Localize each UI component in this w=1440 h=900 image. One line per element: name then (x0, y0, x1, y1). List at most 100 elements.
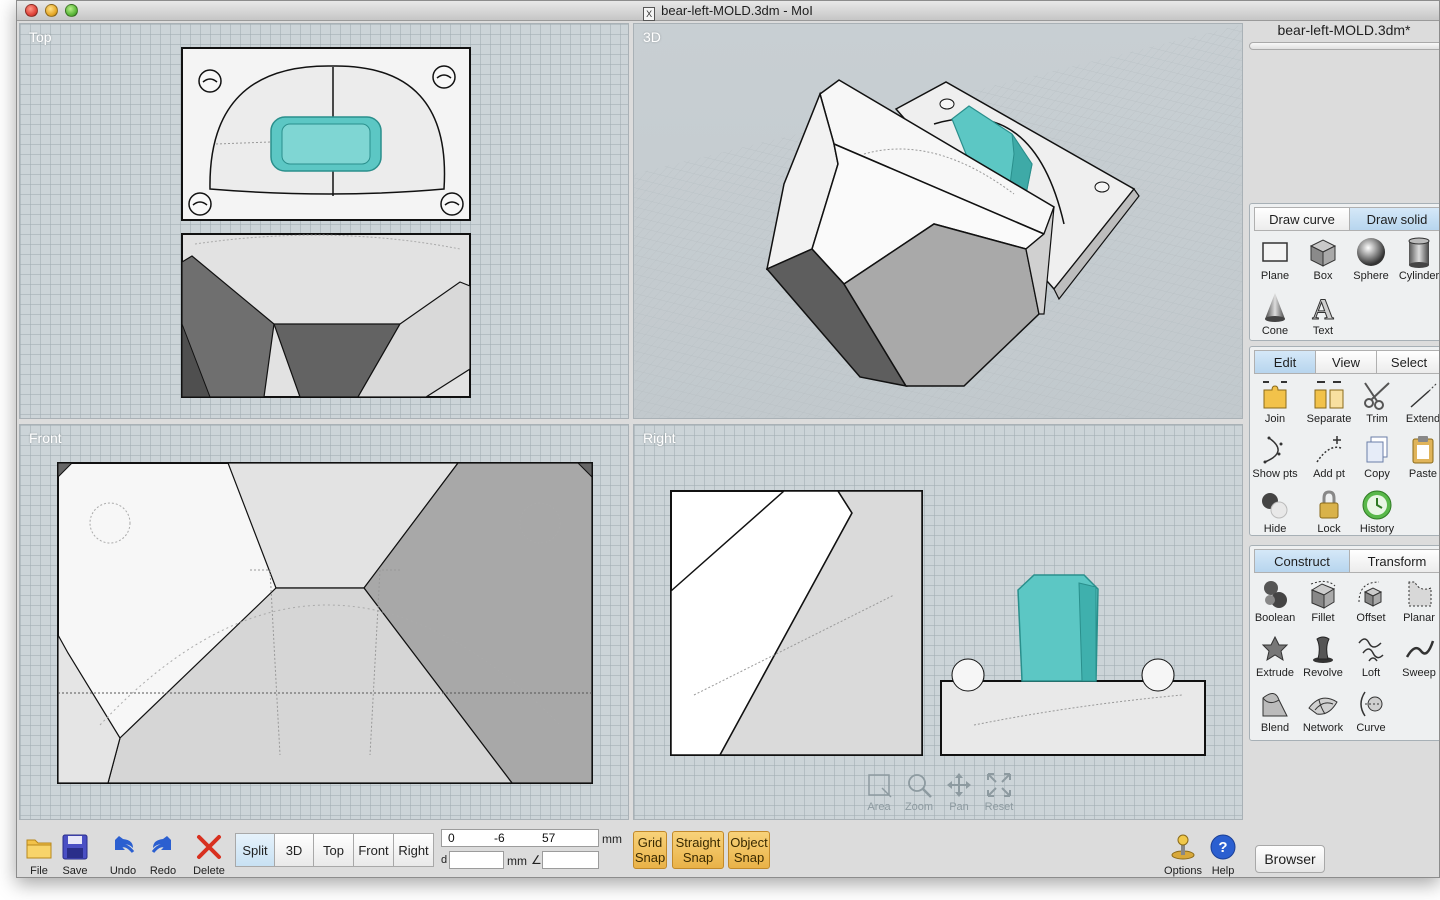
cone-tool[interactable]: Cone (1250, 289, 1300, 337)
construct-group: Construct Transform Boolean Fillet Offse… (1249, 545, 1439, 741)
fillet-icon (1310, 580, 1336, 609)
hide-spheres-icon (1262, 493, 1288, 519)
loft-tool[interactable]: Loft (1346, 631, 1396, 679)
extend-label: Extend (1405, 413, 1440, 425)
options-button[interactable]: Options (1161, 829, 1205, 877)
delete-button[interactable]: Delete (187, 829, 231, 877)
viewport-3d[interactable]: 3D (633, 23, 1243, 419)
tab-transform[interactable]: Transform (1349, 549, 1439, 573)
view-3d-button[interactable]: 3D (274, 833, 314, 867)
hide-tool[interactable]: Hide (1250, 487, 1300, 535)
box-label: Box (1313, 270, 1333, 282)
add-point-label: Add pt (1313, 468, 1345, 480)
redo-arrow-icon (151, 836, 171, 853)
pan-arrows-icon (947, 773, 971, 797)
extrude-tool[interactable]: Extrude (1250, 631, 1300, 679)
help-label: Help (1211, 865, 1235, 877)
join-puzzle-icon (1263, 381, 1287, 409)
separate-puzzle-icon (1314, 381, 1344, 409)
view-front-button[interactable]: Front (353, 833, 394, 867)
edit-group: Edit View Select Join Separate Trim Exte… (1249, 346, 1440, 536)
plane-label: Plane (1260, 270, 1290, 282)
boolean-tool[interactable]: Boolean (1250, 576, 1300, 624)
area-zoom-icon (868, 774, 892, 798)
fillet-tool[interactable]: Fillet (1298, 576, 1348, 624)
box-tool[interactable]: Box (1298, 234, 1348, 282)
command-panel: bear-left-MOLD.3dm* Draw curve Draw soli… (1247, 21, 1440, 877)
draw-group: Draw curve Draw solid Plane Box Sphere C… (1249, 203, 1439, 341)
plane-tool[interactable]: Plane (1250, 234, 1300, 282)
show-points-tool[interactable]: Show pts (1250, 432, 1300, 480)
area-zoom-tool[interactable]: Area (860, 769, 898, 813)
join-tool[interactable]: Join (1250, 377, 1300, 425)
view-nav-tools: Area Zoom Pan Reset (860, 769, 1024, 819)
straight-snap-line1: Straight (675, 835, 721, 850)
offset-icon (1358, 581, 1383, 607)
pan-tool[interactable]: Pan (940, 769, 978, 813)
scissors-icon (1364, 382, 1390, 410)
text-label: Text (1312, 325, 1334, 337)
viewport-3d-label: 3D (643, 29, 661, 45)
extrude-label: Extrude (1256, 667, 1294, 679)
sphere-tool[interactable]: Sphere (1346, 234, 1396, 282)
boolean-spheres-icon (1264, 581, 1287, 608)
offset-tool[interactable]: Offset (1346, 576, 1396, 624)
save-button[interactable]: Save (53, 829, 97, 877)
curve-tool[interactable]: Curve (1346, 686, 1396, 734)
history-tool[interactable]: History (1352, 487, 1402, 535)
history-clock-icon (1362, 490, 1392, 520)
distance-input[interactable] (449, 851, 504, 869)
viewport-front[interactable]: Front (19, 424, 629, 820)
zoom-tool[interactable]: Zoom (900, 769, 938, 813)
lock-tool[interactable]: Lock (1304, 487, 1354, 535)
grid-snap-toggle[interactable]: Grid Snap (633, 831, 667, 869)
text-a-icon: A (1312, 293, 1335, 324)
zoom-label: Zoom (904, 801, 934, 813)
reset-view-tool[interactable]: Reset (980, 769, 1018, 813)
viewport-right[interactable]: Right Area Zoom Pan Reset (633, 424, 1243, 820)
tab-select[interactable]: Select (1376, 350, 1439, 374)
coordinate-input[interactable]: 0 -6 57 (441, 829, 599, 847)
planar-tool[interactable]: Planar (1394, 576, 1439, 624)
revolve-tool[interactable]: Revolve (1298, 631, 1348, 679)
view-split-button[interactable]: Split (235, 833, 275, 867)
floppy-disk-icon (62, 834, 88, 860)
browser-button[interactable]: Browser (1255, 845, 1325, 873)
sweep-tool[interactable]: Sweep (1394, 631, 1439, 679)
distance-unit-label: mm (507, 854, 527, 868)
text-tool[interactable]: A Text (1298, 289, 1348, 338)
viewport-top[interactable]: Top (19, 23, 629, 419)
tab-edit[interactable]: Edit (1254, 350, 1316, 374)
blend-tool[interactable]: Blend (1250, 686, 1300, 734)
panel-scrollbar[interactable] (1249, 42, 1439, 50)
box-icon (1309, 239, 1337, 267)
help-button[interactable]: ? Help (1201, 829, 1245, 877)
tab-view[interactable]: View (1315, 350, 1377, 374)
paste-tool[interactable]: Paste (1398, 432, 1439, 480)
view-right-button[interactable]: Right (393, 833, 434, 867)
app-window: Xbear-left-MOLD.3dm - MoI Top 3D Front R… (16, 0, 1440, 878)
copy-tool[interactable]: Copy (1352, 432, 1402, 480)
add-point-tool[interactable]: Add pt (1304, 432, 1354, 480)
extend-tool[interactable]: Extend (1398, 377, 1440, 425)
copy-icon (1366, 436, 1388, 463)
undo-button[interactable]: Undo (101, 829, 145, 877)
view-top-button[interactable]: Top (313, 833, 354, 867)
tab-construct[interactable]: Construct (1254, 549, 1350, 573)
network-tool[interactable]: Network (1298, 686, 1348, 734)
cone-icon (1265, 293, 1285, 322)
right-view-model (670, 490, 1206, 756)
object-snap-toggle[interactable]: Object Snap (728, 831, 770, 869)
cylinder-tool[interactable]: Cylinder (1394, 234, 1439, 282)
redo-button[interactable]: Redo (141, 829, 185, 877)
tab-draw-curve[interactable]: Draw curve (1254, 207, 1350, 231)
joystick-options-icon (1171, 834, 1195, 860)
separate-tool[interactable]: Separate (1304, 377, 1354, 425)
save-label: Save (62, 865, 88, 877)
straight-snap-toggle[interactable]: Straight Snap (672, 831, 724, 869)
trim-tool[interactable]: Trim (1352, 377, 1402, 425)
title-bar: Xbear-left-MOLD.3dm - MoI (17, 1, 1439, 21)
planar-label: Planar (1403, 612, 1435, 624)
angle-input[interactable] (542, 851, 599, 869)
tab-draw-solid[interactable]: Draw solid (1349, 207, 1439, 231)
